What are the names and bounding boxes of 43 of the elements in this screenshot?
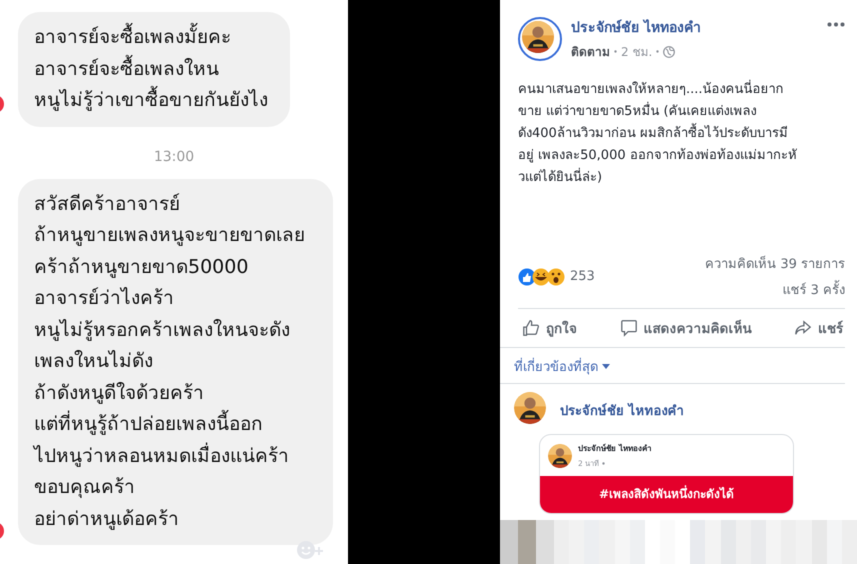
post-text-line: คนมาเสนอขายเพลงให้หลายๆ....น้องคนนี่อยาก	[518, 79, 853, 101]
author-name[interactable]: ประจักษ์ชัย ไหทองคำ	[571, 20, 701, 36]
timestamp: 13:00	[154, 148, 194, 164]
thumbs-up-icon	[522, 319, 540, 337]
message-line: หนูไม่รู้ว่าเขาซื้อขายกันยังไง	[34, 85, 274, 116]
separator-dot	[602, 462, 606, 464]
message-line: สวัสดีคร้าอาจารย์	[34, 192, 181, 216]
shared-post-author: ประจักษ์ชัย ไหทองคำ	[578, 442, 651, 455]
message-line: ถ้าหนูขายเพลงหนูจะขายขาดเลย	[34, 223, 306, 248]
post-text-line: วแต่ได้ยินนี่ล่ะ)	[518, 167, 853, 189]
more-options-icon[interactable]	[827, 22, 845, 27]
message-line: อย่าด่าหนูเด้อคร้า	[34, 506, 180, 532]
share-button[interactable]: แชร์	[794, 313, 843, 343]
comment-button[interactable]: แสดงความคิดเห็น	[620, 313, 752, 343]
post-age: 2 ชม.	[621, 44, 652, 61]
comment-count[interactable]: ความคิดเห็น 39 รายการ	[705, 253, 845, 274]
share-arrow-icon	[794, 319, 812, 337]
share-count[interactable]: แชร์ 3 ครั้ง	[782, 279, 845, 300]
message-line: คร้าถ้าหนูขายขาด50000	[34, 254, 250, 280]
globe-icon	[663, 46, 676, 58]
message-line: อาจารย์จะซื้อเพลงมั้ยคะ	[34, 22, 274, 54]
message-line: แต่ที่หนูรู้ถ้าปล่อยเพลงนี้ออก	[34, 409, 317, 440]
speech-bubble-icon	[620, 319, 638, 337]
like-button[interactable]: ถูกใจ	[522, 313, 577, 343]
commenter-name[interactable]: ประจักษ์ชัย ไหทองคำ	[560, 400, 684, 421]
message-line: ไปหนูว่าหลอนหมดเมื่องแน่คร้า	[34, 442, 290, 469]
separator-dot	[614, 50, 617, 53]
message-line: อาจารย์จะซื้อเพลงใหน	[34, 54, 274, 85]
message-line: ขอบคุณคร้า	[34, 475, 136, 500]
message-line: เพลงใหนไม่ดัง	[34, 349, 154, 374]
reaction-count[interactable]: 253	[570, 269, 595, 284]
post-text-line: อยู่ เพลงละ50,000 ออกจากท้องพ่อท้องแม่มากะหั	[518, 147, 798, 165]
post-text-line: ขาย แต่ว่าขายขาด5หมื่น (คันเคยแต่งเพลง	[518, 101, 853, 123]
follow-link[interactable]: ติดตาม	[571, 42, 610, 61]
reaction-icons	[518, 268, 566, 286]
message-line: ถ้าดังหนูดีใจด้วยคร้า	[34, 380, 205, 406]
sort-dropdown[interactable]: ที่เกี่ยวข้องที่สุด	[514, 356, 610, 377]
post-text-line: ดัง400ล้านวิวมาก่อน ผมสิกล้าซื้อไว้ประดับบารมี	[518, 123, 853, 145]
message-line: อาจารย์ว่าไงคร้า	[34, 286, 175, 311]
caret-icon	[602, 364, 610, 369]
message-line: หนูไม่รู้หรอกคร้าเพลงใหนจะดัง	[34, 318, 291, 343]
banner-text: #เพลงสิดังพันหนึ่งกะดังได้	[540, 476, 793, 513]
separator-dot	[656, 50, 660, 53]
